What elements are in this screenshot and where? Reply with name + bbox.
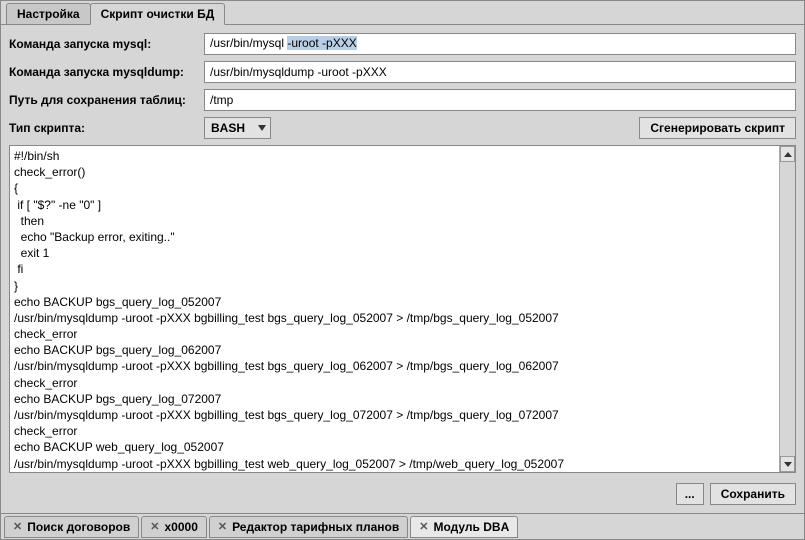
top-tab-bar: Настройка Скрипт очистки БД <box>1 1 804 25</box>
label-mysqldump-cmd: Команда запуска mysqldump: <box>9 65 204 79</box>
arrow-down-icon <box>784 462 792 467</box>
label-script-type: Тип скрипта: <box>9 121 204 135</box>
row-save-path: Путь для сохранения таблиц: <box>9 89 796 111</box>
footer-tab-label: Модуль DBA <box>433 520 509 534</box>
close-icon[interactable]: ✕ <box>150 520 159 533</box>
input-mysqldump-cmd[interactable] <box>204 61 796 83</box>
close-icon[interactable]: ✕ <box>218 520 227 533</box>
footer-tab-dba-module[interactable]: ✕ Модуль DBA <box>410 516 518 538</box>
tab-content: Команда запуска mysql: /usr/bin/mysql -u… <box>1 25 804 513</box>
scrollbar-vertical[interactable] <box>779 146 795 472</box>
label-save-path: Путь для сохранения таблиц: <box>9 93 204 107</box>
row-mysqldump-cmd: Команда запуска mysqldump: <box>9 61 796 83</box>
row-mysql-cmd: Команда запуска mysql: /usr/bin/mysql -u… <box>9 33 796 55</box>
generate-script-button[interactable]: Сгенерировать скрипт <box>639 117 796 139</box>
mysql-cmd-prefix: /usr/bin/mysql <box>210 36 287 50</box>
arrow-up-icon <box>784 152 792 157</box>
input-mysql-cmd[interactable]: /usr/bin/mysql -uroot -pXXX <box>204 33 796 55</box>
scroll-up-button[interactable] <box>780 146 795 162</box>
tab-db-clean-script[interactable]: Скрипт очистки БД <box>90 3 226 25</box>
footer-tab-tariff-editor[interactable]: ✕ Редактор тарифных планов <box>209 516 408 538</box>
bottom-action-bar: ... Сохранить <box>9 479 796 505</box>
browse-button[interactable]: ... <box>676 483 704 505</box>
app-window: Настройка Скрипт очистки БД Команда запу… <box>0 0 805 540</box>
footer-tab-bar: ✕ Поиск договоров ✕ x0000 ✕ Редактор тар… <box>1 513 804 539</box>
footer-tab-label: x0000 <box>165 520 198 534</box>
footer-tab-contracts-search[interactable]: ✕ Поиск договоров <box>4 516 139 538</box>
close-icon[interactable]: ✕ <box>419 520 428 533</box>
select-script-type-value: BASH <box>211 121 245 135</box>
mysql-cmd-selection: -uroot -pXXX <box>287 36 356 50</box>
select-script-type[interactable]: BASH <box>204 117 271 139</box>
input-save-path[interactable] <box>204 89 796 111</box>
chevron-down-icon <box>258 125 266 131</box>
label-mysql-cmd: Команда запуска mysql: <box>9 37 204 51</box>
scroll-down-button[interactable] <box>780 456 795 472</box>
footer-tab-label: Редактор тарифных планов <box>232 520 399 534</box>
row-script-type: Тип скрипта: BASH Сгенерировать скрипт <box>9 117 796 139</box>
close-icon[interactable]: ✕ <box>13 520 22 533</box>
script-editor-wrap <box>9 145 796 473</box>
tab-settings[interactable]: Настройка <box>6 3 91 24</box>
script-editor[interactable] <box>10 146 779 472</box>
footer-tab-label: Поиск договоров <box>27 520 130 534</box>
save-button[interactable]: Сохранить <box>710 483 796 505</box>
footer-tab-x0000[interactable]: ✕ x0000 <box>141 516 207 538</box>
